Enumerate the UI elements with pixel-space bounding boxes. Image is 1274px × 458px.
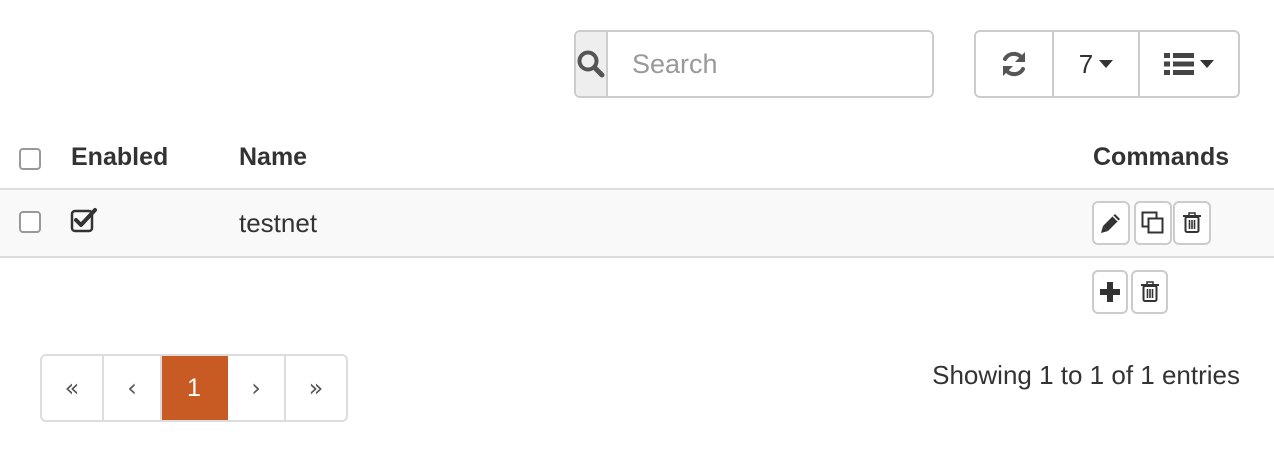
rows-per-page-dropdown[interactable]: 7 (1054, 32, 1140, 96)
header-enabled[interactable]: Enabled (71, 143, 168, 172)
refresh-button[interactable] (976, 32, 1054, 96)
plus-icon (1100, 282, 1120, 302)
page-next-button[interactable]: › (228, 356, 286, 420)
add-button[interactable] (1092, 270, 1128, 314)
search-addon (576, 32, 608, 96)
page-current-button[interactable]: 1 (162, 356, 228, 420)
refresh-icon (1003, 51, 1025, 77)
page-first-button[interactable]: « (42, 356, 104, 420)
columns-dropdown[interactable] (1140, 32, 1238, 96)
edit-button[interactable] (1092, 201, 1130, 245)
copy-button[interactable] (1134, 201, 1172, 245)
row-select-checkbox[interactable] (19, 211, 41, 233)
search-icon (577, 50, 605, 78)
data-table: Enabled Name Commands testnet (0, 128, 1274, 324)
table-header-row: Enabled Name Commands (0, 128, 1274, 190)
grid-toolbar: 7 (974, 30, 1240, 98)
pagination: « ‹ 1 › » (40, 354, 348, 422)
search-input[interactable] (608, 32, 932, 96)
page-prev-button[interactable]: ‹ (104, 356, 162, 420)
checked-box-icon (70, 208, 97, 233)
header-name[interactable]: Name (239, 143, 307, 172)
trash-icon (1183, 212, 1201, 233)
table-row[interactable]: testnet (0, 190, 1274, 258)
delete-selected-button[interactable] (1131, 270, 1168, 314)
trash-icon (1140, 281, 1159, 302)
entries-info: Showing 1 to 1 of 1 entries (932, 360, 1240, 390)
header-commands: Commands (1093, 143, 1230, 171)
select-all-checkbox[interactable] (19, 148, 41, 170)
list-icon (1164, 53, 1194, 75)
grid-page: 7 Enabled Name Commands (0, 0, 1274, 458)
row-name: testnet (239, 208, 318, 238)
pencil-icon (1101, 214, 1120, 233)
caret-down-icon (1099, 60, 1114, 68)
rows-per-page-value: 7 (1078, 48, 1094, 79)
search-group (574, 30, 934, 98)
caret-down-icon (1200, 60, 1214, 68)
delete-button[interactable] (1173, 201, 1211, 245)
table-footer-row (0, 258, 1274, 324)
copy-icon (1141, 211, 1164, 234)
page-last-button[interactable]: » (286, 356, 346, 420)
